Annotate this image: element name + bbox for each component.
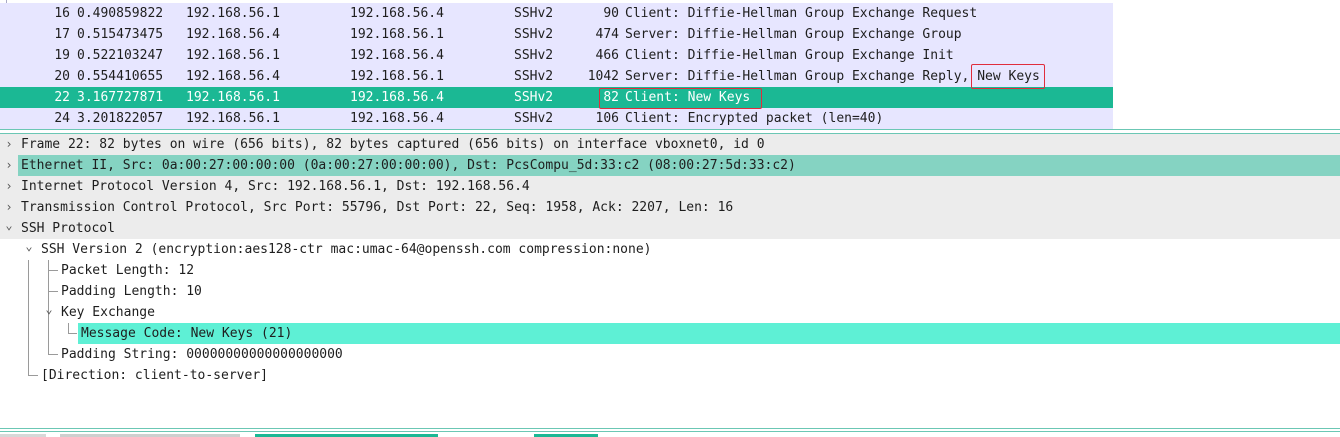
packet-list[interactable]: 16 0.490859822 192.168.56.1 192.168.56.4… xyxy=(0,0,1340,130)
packet-no: 20 xyxy=(54,69,70,84)
packet-length: 106 xyxy=(595,111,619,126)
packet-time: 0.554410655 xyxy=(77,69,164,84)
annotation-box-new-keys-client xyxy=(599,88,762,109)
packet-protocol: SSHv2 xyxy=(514,90,554,105)
tree-item-tcp[interactable]: › Transmission Control Protocol, Src Por… xyxy=(0,197,1340,218)
packet-length: 466 xyxy=(595,48,619,63)
packet-info: Server: Diffie-Hellman Group Exchange Gr… xyxy=(625,27,962,42)
packet-no: 19 xyxy=(54,48,70,63)
tree-item-label: Padding Length: 10 xyxy=(61,284,202,299)
packet-details-tree[interactable]: › Frame 22: 82 bytes on wire (656 bits),… xyxy=(0,134,1340,424)
packet-destination: 192.168.56.4 xyxy=(350,48,444,63)
tree-item-label: SSH Version 2 (encryption:aes128-ctr mac… xyxy=(41,242,652,257)
packet-source: 192.168.56.1 xyxy=(186,6,280,21)
packet-row[interactable]: 20 0.554410655 192.168.56.4 192.168.56.1… xyxy=(0,66,1113,87)
tree-item-ssh-version[interactable]: ⌄ SSH Version 2 (encryption:aes128-ctr m… xyxy=(0,239,1340,260)
packet-destination: 192.168.56.1 xyxy=(350,69,444,84)
tree-item-label: Transmission Control Protocol, Src Port:… xyxy=(21,200,734,215)
packet-info: Client: Encrypted packet (len=40) xyxy=(625,111,884,126)
tree-item-label: Ethernet II, Src: 0a:00:27:00:00:00 (0a:… xyxy=(18,155,1340,176)
tree-item-ip[interactable]: › Internet Protocol Version 4, Src: 192.… xyxy=(0,176,1340,197)
tree-item-message-code[interactable]: Message Code: New Keys (21) xyxy=(0,323,1340,344)
tree-item-label: Key Exchange xyxy=(61,305,155,320)
tree-item-frame[interactable]: › Frame 22: 82 bytes on wire (656 bits),… xyxy=(0,134,1340,155)
tree-item-label: Frame 22: 82 bytes on wire (656 bits), 8… xyxy=(21,137,765,152)
chevron-down-icon[interactable]: ⌄ xyxy=(2,215,16,236)
packet-info: Client: Diffie-Hellman Group Exchange Re… xyxy=(625,6,978,21)
packet-destination: 192.168.56.4 xyxy=(350,111,444,126)
packet-row[interactable]: 17 0.515473475 192.168.56.4 192.168.56.1… xyxy=(0,24,1113,45)
packet-protocol: SSHv2 xyxy=(514,6,554,21)
packet-source: 192.168.56.4 xyxy=(186,27,280,42)
packet-source: 192.168.56.1 xyxy=(186,48,280,63)
packet-no: 24 xyxy=(54,111,70,126)
packet-source: 192.168.56.4 xyxy=(186,69,280,84)
packet-no: 16 xyxy=(54,6,70,21)
tree-item-padding-string[interactable]: Padding String: 00000000000000000000 xyxy=(0,344,1340,365)
chevron-right-icon[interactable]: › xyxy=(2,176,16,197)
tree-item-label: Message Code: New Keys (21) xyxy=(78,323,1340,344)
packet-time: 3.201822057 xyxy=(77,111,164,126)
packet-protocol: SSHv2 xyxy=(514,27,554,42)
packet-source: 192.168.56.1 xyxy=(186,111,280,126)
packet-length: 90 xyxy=(603,6,619,21)
packet-length: 1042 xyxy=(587,69,619,84)
packet-source: 192.168.56.1 xyxy=(186,90,280,105)
packet-protocol: SSHv2 xyxy=(514,111,554,126)
packet-destination: 192.168.56.4 xyxy=(350,6,444,21)
pane-splitter-top[interactable] xyxy=(0,129,1340,130)
tree-item-ethernet[interactable]: › Ethernet II, Src: 0a:00:27:00:00:00 (0… xyxy=(0,155,1340,176)
packet-row-selected[interactable]: 22 3.167727871 192.168.56.1 192.168.56.4… xyxy=(0,87,1113,108)
annotation-box-new-keys-reply xyxy=(971,64,1045,89)
packet-protocol: SSHv2 xyxy=(514,48,554,63)
packet-no: 17 xyxy=(54,27,70,42)
pane-splitter-bottom[interactable] xyxy=(0,428,1340,429)
packet-destination: 192.168.56.1 xyxy=(350,27,444,42)
tree-item-ssh[interactable]: ⌄ SSH Protocol xyxy=(0,218,1340,239)
packet-time: 0.515473475 xyxy=(77,27,164,42)
packet-destination: 192.168.56.4 xyxy=(350,90,444,105)
chevron-right-icon[interactable]: › xyxy=(2,134,16,155)
tree-item-padding-length[interactable]: Padding Length: 10 xyxy=(0,281,1340,302)
tree-item-packet-length[interactable]: Packet Length: 12 xyxy=(0,260,1340,281)
packet-time: 0.522103247 xyxy=(77,48,164,63)
packet-time: 3.167727871 xyxy=(77,90,164,105)
packet-protocol: SSHv2 xyxy=(514,69,554,84)
chevron-down-icon[interactable]: ⌄ xyxy=(22,236,36,257)
tree-item-label: Padding String: 00000000000000000000 xyxy=(61,347,343,362)
packet-row[interactable]: 24 3.201822057 192.168.56.1 192.168.56.4… xyxy=(0,108,1113,129)
tree-item-label: [Direction: client-to-server] xyxy=(41,368,268,383)
packet-no: 22 xyxy=(54,90,70,105)
tree-item-label: Internet Protocol Version 4, Src: 192.16… xyxy=(21,179,530,194)
packet-info: Client: Diffie-Hellman Group Exchange In… xyxy=(625,48,954,63)
chevron-right-icon[interactable]: › xyxy=(2,155,16,176)
packet-time: 0.490859822 xyxy=(77,6,164,21)
tree-item-direction[interactable]: [Direction: client-to-server] xyxy=(0,365,1340,386)
packet-row[interactable]: 19 0.522103247 192.168.56.1 192.168.56.4… xyxy=(0,45,1113,66)
packet-length: 474 xyxy=(595,27,619,42)
packet-row[interactable]: 16 0.490859822 192.168.56.1 192.168.56.4… xyxy=(0,3,1113,24)
tree-item-label: Packet Length: 12 xyxy=(61,263,195,278)
packet-bytes-pane[interactable] xyxy=(0,432,1340,437)
tree-item-key-exchange[interactable]: ⌄ Key Exchange xyxy=(0,302,1340,323)
chevron-down-icon[interactable]: ⌄ xyxy=(42,299,56,320)
